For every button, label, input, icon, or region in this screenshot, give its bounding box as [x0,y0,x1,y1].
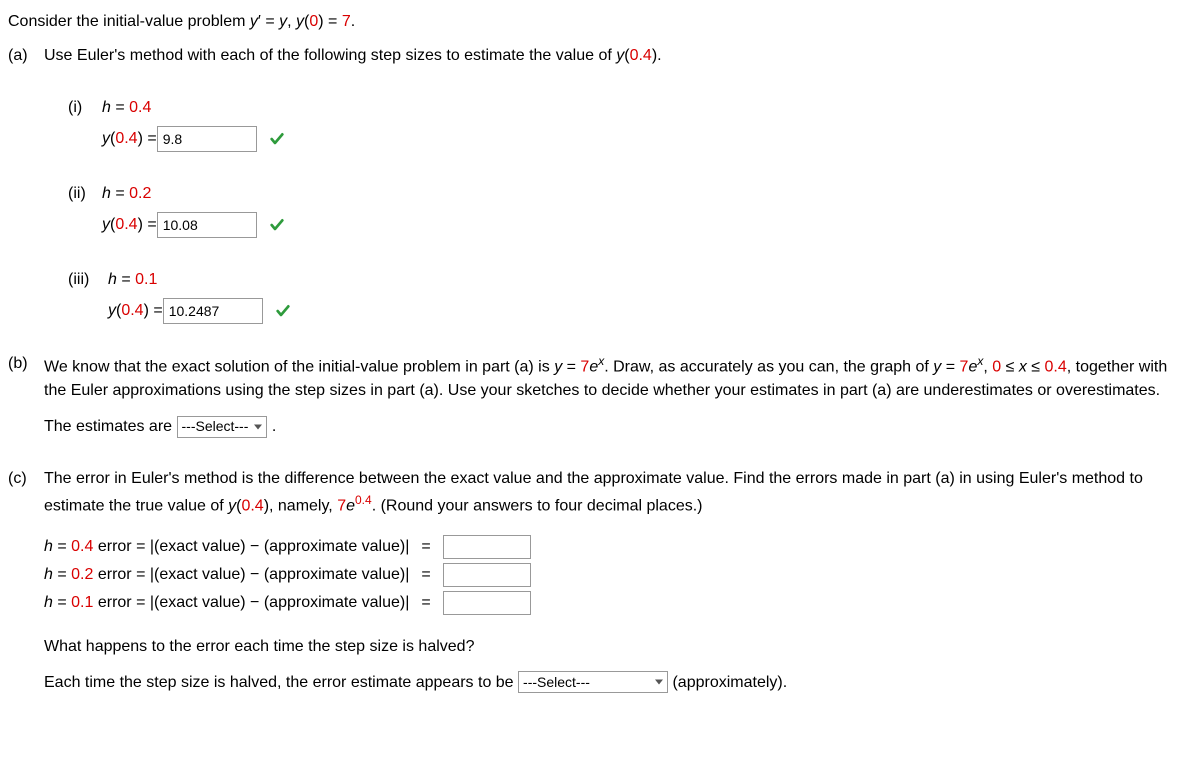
check-icon [269,131,285,147]
sub-item-i: (i) h = 0.4 y(0.4) = [68,96,1192,152]
error-line-2: h = 0.2 error = |(exact value) − (approx… [44,563,1192,587]
error-behavior-select[interactable]: ---Select--- [518,671,668,693]
part-c-row: (c) The error in Euler's method is the d… [8,467,1192,530]
part-b-text: We know that the exact solution of the i… [44,352,1192,439]
error-input-2[interactable] [443,563,531,587]
sub-h-i: h = 0.4 [102,96,151,120]
sub-label-ii: (ii) [68,182,102,206]
sub-h-iii: h = 0.1 [108,268,157,292]
sub-y-i: y(0.4) = [102,127,157,151]
sub-h-ii: h = 0.2 [102,182,151,206]
estimates-select[interactable]: ---Select--- [177,416,268,438]
error-line-3: h = 0.1 error = |(exact value) − (approx… [44,591,1192,615]
part-b-label: (b) [8,352,44,376]
part-a-label: (a) [8,44,44,68]
sub-item-ii: (ii) h = 0.2 y(0.4) = [68,182,1192,238]
error-line-1: h = 0.4 error = |(exact value) − (approx… [44,535,1192,559]
intro-text: Consider the initial-value problem y′ = … [8,10,355,34]
sub-y-iii: y(0.4) = [108,299,163,323]
sub-item-iii: (iii) h = 0.1 y(0.4) = [68,268,1192,324]
check-icon [275,303,291,319]
part-a-text: Use Euler's method with each of the foll… [44,44,1192,68]
sub-label-iii: (iii) [68,268,108,292]
intro-statement: Consider the initial-value problem y′ = … [8,10,1192,34]
part-a-subitems: (i) h = 0.4 y(0.4) = (ii) h = 0.2 y(0.4)… [68,96,1192,324]
part-c-label: (c) [8,467,44,491]
part-c-errors: h = 0.4 error = |(exact value) − (approx… [8,535,1192,615]
part-b-conclusion: The estimates are ---Select--- . [44,415,1192,439]
error-input-1[interactable] [443,535,531,559]
part-a-row: (a) Use Euler's method with each of the … [8,44,1192,68]
part-b-row: (b) We know that the exact solution of t… [8,352,1192,439]
answer-input-i[interactable] [157,126,257,152]
check-icon [269,217,285,233]
part-c-text: The error in Euler's method is the diffe… [44,467,1192,530]
sub-label-i: (i) [68,96,102,120]
sub-y-ii: y(0.4) = [102,213,157,237]
part-c-final: Each time the step size is halved, the e… [44,671,1192,695]
part-c-question: What happens to the error each time the … [44,635,1192,659]
answer-input-ii[interactable] [157,212,257,238]
error-input-3[interactable] [443,591,531,615]
answer-input-iii[interactable] [163,298,263,324]
